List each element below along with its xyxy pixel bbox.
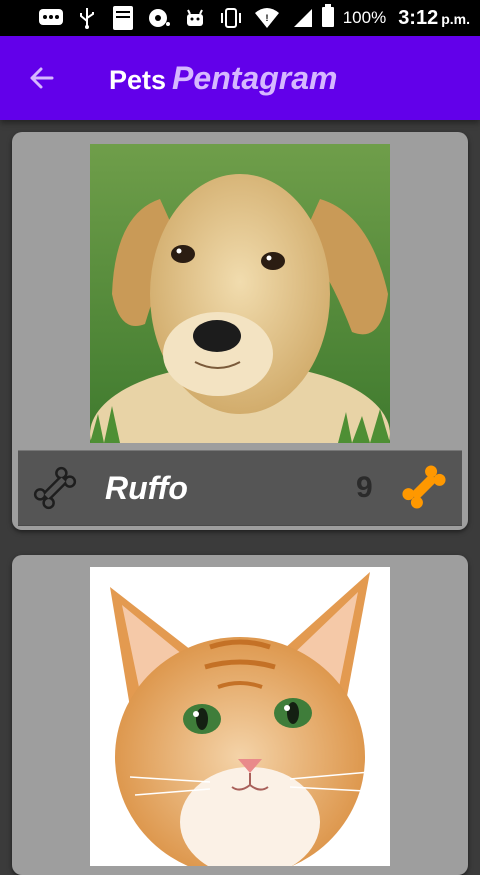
app-bar: Pets Pentagram bbox=[0, 36, 480, 120]
bone-outline-icon bbox=[30, 463, 80, 513]
bone-icon bbox=[402, 465, 446, 509]
chat-icon bbox=[38, 7, 64, 29]
like-count: 9 bbox=[356, 471, 373, 504]
arrow-back-icon bbox=[30, 67, 54, 89]
usb-icon bbox=[74, 7, 100, 29]
bible-app-icon bbox=[110, 6, 136, 30]
status-bar: ! 100% 3:12 p.m. bbox=[0, 0, 480, 36]
android-icon bbox=[182, 7, 208, 29]
clock-ampm: p.m. bbox=[441, 10, 470, 27]
puppy-photo[interactable] bbox=[90, 144, 390, 443]
signal-icon bbox=[290, 7, 316, 29]
svg-text:!: ! bbox=[266, 13, 269, 23]
like-bone-button[interactable] bbox=[398, 461, 450, 513]
clock-time: 3:12 bbox=[398, 6, 439, 29]
back-button[interactable] bbox=[24, 60, 60, 96]
title-accent: Pentagram bbox=[172, 60, 338, 96]
cd-icon bbox=[146, 7, 172, 29]
pet-card[interactable]: Ruffo 9 bbox=[12, 132, 468, 530]
wifi-icon: ! bbox=[254, 7, 280, 29]
battery-icon bbox=[321, 3, 335, 33]
vibrate-icon bbox=[218, 7, 244, 29]
pet-card[interactable] bbox=[12, 555, 468, 875]
pet-name: Ruffo bbox=[105, 470, 188, 506]
kitten-photo[interactable] bbox=[90, 567, 390, 866]
pet-info-bar: Ruffo 9 bbox=[18, 450, 462, 526]
page-title: Pets Pentagram bbox=[109, 60, 337, 97]
battery-percent: 100% bbox=[342, 8, 387, 27]
title-main: Pets bbox=[109, 65, 167, 95]
